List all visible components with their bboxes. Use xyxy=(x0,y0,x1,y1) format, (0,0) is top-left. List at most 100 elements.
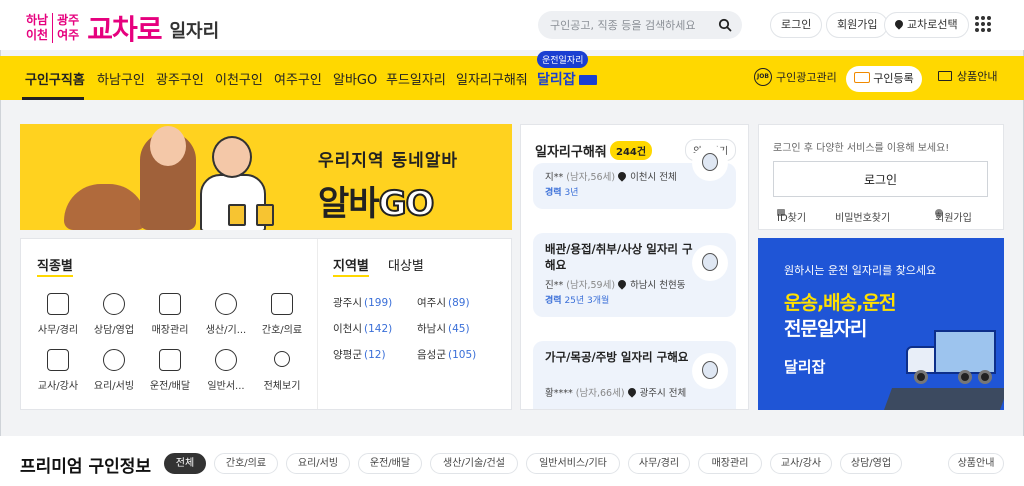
category-view-all[interactable]: 전체보기 xyxy=(257,349,307,392)
premium-chip[interactable]: 생산/기술/건설 xyxy=(430,453,518,474)
nav-item-find-job[interactable]: 일자리구해줘 xyxy=(456,69,528,88)
category-office[interactable]: 사무/경리 xyxy=(33,293,83,336)
category-sales[interactable]: 상담/영업 xyxy=(89,293,139,336)
region-item[interactable]: 음성군 (105) xyxy=(417,347,476,362)
nav-active-underline xyxy=(22,97,84,100)
premium-chip[interactable]: 운전/배달 xyxy=(358,453,422,474)
ad-manage-link[interactable]: JOB 구인광고관리 xyxy=(754,68,837,86)
region-item[interactable]: 양평군 (12) xyxy=(333,347,386,362)
premium-chip[interactable]: 요리/서빙 xyxy=(286,453,350,474)
beer-illustration xyxy=(256,204,274,226)
premium-chip[interactable]: 교사/강사 xyxy=(770,453,832,474)
region-name: 여주시 xyxy=(417,297,446,309)
premium-chip[interactable]: 사무/경리 xyxy=(628,453,690,474)
apps-menu-icon[interactable] xyxy=(975,16,991,32)
category-production[interactable]: 생산/기... xyxy=(201,293,251,336)
feed-post[interactable]: 배관/용접/취부/사상 일자리 구해요 진** (남자,59세) 하남시 천현동… xyxy=(533,233,736,317)
post-person: 지** xyxy=(545,172,564,183)
category-store[interactable]: 매장관리 xyxy=(145,293,195,336)
tab-target[interactable]: 대상별 xyxy=(388,255,424,274)
main-nav: 구인구직홈 하남구인 광주구인 이천구인 여주구인 알바GO 푸드일자리 일자리… xyxy=(0,51,1024,100)
login-card-button[interactable]: 로그인 xyxy=(773,161,988,197)
wheel-illustration xyxy=(978,370,992,384)
nav-item-albago[interactable]: 알바GO xyxy=(333,69,377,88)
logo-regions: 하남 광주 이천 여주 xyxy=(26,13,79,43)
region-count: (105) xyxy=(447,349,477,361)
premium-chip[interactable]: 매장관리 xyxy=(698,453,762,474)
location-pin-icon xyxy=(616,170,628,182)
albago-banner[interactable]: 우리지역 동네알바 알바GO xyxy=(20,124,512,230)
tab-region[interactable]: 지역별 xyxy=(333,255,369,277)
category-label: 사무/경리 xyxy=(37,325,79,336)
product-info-link[interactable]: 상품안내 xyxy=(938,68,997,84)
region-select-label: 교차로선택 xyxy=(907,18,958,31)
albago-part1: 알바 xyxy=(318,184,380,224)
post-career-value: 3년 xyxy=(564,188,579,198)
premium-chip[interactable]: 상담/영업 xyxy=(840,453,902,474)
feed-count-badge: 244건 xyxy=(610,141,653,160)
find-password-link[interactable]: 비밀번호찾기 xyxy=(835,209,890,224)
region-count: (45) xyxy=(447,323,470,335)
category-panel: 직종별 사무/경리 상담/영업 매장관리 생산/기... 간호/의료 교사/강사… xyxy=(20,238,512,410)
region-name: 하남시 xyxy=(417,323,446,335)
region-item[interactable]: 이천시 (142) xyxy=(333,321,392,336)
region-select-button[interactable]: 교차로선택 xyxy=(884,12,969,38)
category-general-service[interactable]: 일반서... xyxy=(201,349,251,392)
avatar xyxy=(692,145,728,181)
nav-item-dallijap[interactable]: 달리잡 xyxy=(537,69,597,89)
teacher-board-icon xyxy=(47,349,69,371)
post-meta: 지** (남자,56세) 이천시 전체 xyxy=(545,169,677,183)
monitor-icon xyxy=(938,71,952,81)
premium-chip[interactable]: 간호/의료 xyxy=(214,453,278,474)
login-button[interactable]: 로그인 xyxy=(770,12,823,38)
job-request-feed: 일자리구해줘 244건 의뢰하기 지** (남자,56세) 이천시 전체 경력 … xyxy=(520,124,749,410)
nav-item-yeoju[interactable]: 여주구인 xyxy=(274,69,322,88)
nav-item-gwangju[interactable]: 광주구인 xyxy=(156,69,204,88)
post-title: 배관/용접/취부/사상 일자리 구해요 xyxy=(545,242,693,272)
login-card: 로그인 후 다양한 서비스를 이용해 보세요! 로그인 ID찾기 비밀번호찾기 … xyxy=(758,124,1004,230)
post-location: 이천시 전체 xyxy=(630,172,677,183)
albago-banner-logo: 알바GO xyxy=(318,176,435,225)
job-register-button[interactable]: 구인등록 xyxy=(846,66,922,92)
search-icon[interactable] xyxy=(718,18,732,32)
location-pin-icon xyxy=(616,278,628,290)
nav-item-icheon[interactable]: 이천구인 xyxy=(215,69,263,88)
search-box xyxy=(538,11,742,39)
site-logo[interactable]: 하남 광주 이천 여주 교차로 일자리 xyxy=(26,8,219,48)
feed-title: 일자리구해줘 xyxy=(535,145,607,160)
premium-product-info-button[interactable]: 상품안내 xyxy=(948,453,1004,474)
post-career: 경력 3년 xyxy=(545,185,578,198)
truck-banner-line2: 운송,배송,운전 xyxy=(784,292,896,314)
feed-post[interactable]: 가구/목공/주방 일자리 구해요 황**** (남자,66세) 광주시 전체 xyxy=(533,341,736,409)
nav-item-home[interactable]: 구인구직홈 xyxy=(25,69,85,88)
category-teacher[interactable]: 교사/강사 xyxy=(33,349,83,392)
wheel-illustration xyxy=(958,370,972,384)
nav-item-hanam[interactable]: 하남구인 xyxy=(97,69,145,88)
category-cooking[interactable]: 요리/서빙 xyxy=(89,349,139,392)
signup-button[interactable]: 회원가입 xyxy=(826,12,889,38)
category-label: 교사/강사 xyxy=(37,381,79,392)
premium-chip-all[interactable]: 전체 xyxy=(164,453,206,474)
region-item[interactable]: 하남시 (45) xyxy=(417,321,470,336)
medical-kit-icon xyxy=(271,293,293,315)
post-career-label: 경력 xyxy=(545,188,562,198)
truck-icon xyxy=(159,349,181,371)
job-register-label: 구인등록 xyxy=(873,72,914,85)
premium-chip[interactable]: 일반서비스/기타 xyxy=(526,453,620,474)
dallijap-tag: 운전일자리 xyxy=(537,51,589,68)
region-count: (12) xyxy=(363,349,386,361)
post-location: 하남시 천현동 xyxy=(630,280,686,291)
gear-icon xyxy=(215,293,237,315)
region-item[interactable]: 여주시 (89) xyxy=(417,295,470,310)
region-item[interactable]: 광주시 (199) xyxy=(333,295,392,310)
category-medical[interactable]: 간호/의료 xyxy=(257,293,307,336)
nav-item-food[interactable]: 푸드일자리 xyxy=(386,69,446,88)
post-meta: 진** (남자,59세) 하남시 천현동 xyxy=(545,277,686,291)
logo-main: 교차로 xyxy=(87,13,162,46)
logo-sub: 일자리 xyxy=(169,21,220,42)
search-input[interactable] xyxy=(550,16,715,34)
post-person: 진** xyxy=(545,280,564,291)
category-driving[interactable]: 운전/배달 xyxy=(145,349,195,392)
feed-post[interactable]: 지** (남자,56세) 이천시 전체 경력 3년 xyxy=(533,145,736,209)
driving-jobs-banner[interactable]: 원하시는 운전 일자리를 찾으세요 운송,배송,운전 전문일자리 달리잡 xyxy=(758,238,1004,410)
